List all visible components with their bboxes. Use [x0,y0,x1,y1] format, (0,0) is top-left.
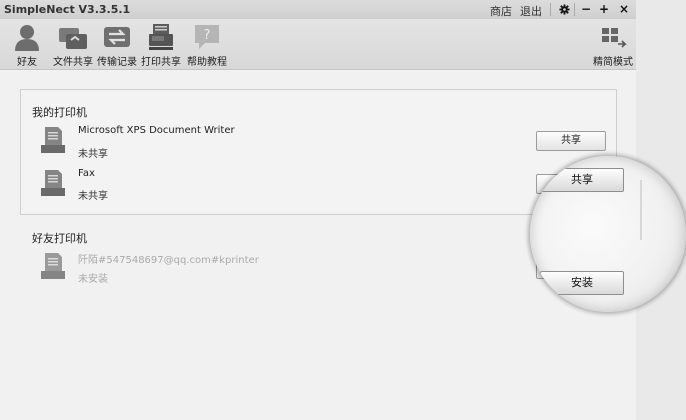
share-printer-button[interactable]: 共享 [536,131,606,151]
my-printers-panel [20,89,617,215]
fax-printer-icon [41,170,65,196]
magnifier-panel-edge [640,180,642,240]
toolbar: 好友 文件共享 传输记录 打印共享 ? 帮助教程 精简模式 [0,19,636,70]
settings-button[interactable] [555,2,573,17]
magnified-install-button[interactable]: 安装 [540,271,624,295]
tool-friends[interactable]: 好友 [8,19,46,69]
tool-print-share[interactable]: 打印共享 [140,19,182,69]
compact-mode-icon [602,28,627,48]
title-divider [574,3,575,16]
app-title: SimpleNect V3.3.5.1 [4,3,131,16]
gear-icon [558,4,570,15]
magnifier-lens: 共享 安装 [530,156,686,312]
tool-label: 好友 [17,57,37,68]
printer-status: 未共享 [78,149,108,160]
tool-help[interactable]: ? 帮助教程 [186,19,228,69]
printer-status: 未共享 [78,191,108,202]
person-icon [15,25,39,51]
printer-icon [149,24,173,50]
tool-label: 传输记录 [97,57,137,68]
document-printer-icon [41,127,65,153]
magnified-share-button[interactable]: 共享 [540,168,624,192]
svg-text:?: ? [204,28,211,43]
minimize-button[interactable]: − [577,2,595,17]
transfer-icon [104,27,130,47]
printer-name: Microsoft XPS Document Writer [78,125,235,136]
printer-name: Fax [78,168,95,179]
title-bar: SimpleNect V3.3.5.1 商店 退出 − + × [0,0,636,20]
mode-label: 精简模式 [593,57,633,68]
my-printers-title: 我的打印机 [32,106,87,119]
title-divider [550,3,551,16]
logout-link[interactable]: 退出 [520,3,542,19]
friend-printer-status: 未安装 [78,274,108,285]
tool-file-share[interactable]: 文件共享 [50,19,96,69]
tool-label: 帮助教程 [187,57,227,68]
help-bubble-icon: ? [195,25,219,49]
tool-label: 文件共享 [53,57,93,68]
tool-transfer-log[interactable]: 传输记录 [96,19,138,69]
close-button[interactable]: × [615,2,633,17]
folders-icon [59,28,87,49]
friend-printers-title: 好友打印机 [32,232,87,245]
shop-link[interactable]: 商店 [490,3,512,19]
friend-printer-name: 阡陌#547548697@qq.com#kprinter [78,255,259,266]
compact-mode-button[interactable]: 精简模式 [593,19,633,69]
maximize-button[interactable]: + [595,2,613,17]
tool-label: 打印共享 [141,57,181,68]
friend-printer-icon [41,253,65,279]
